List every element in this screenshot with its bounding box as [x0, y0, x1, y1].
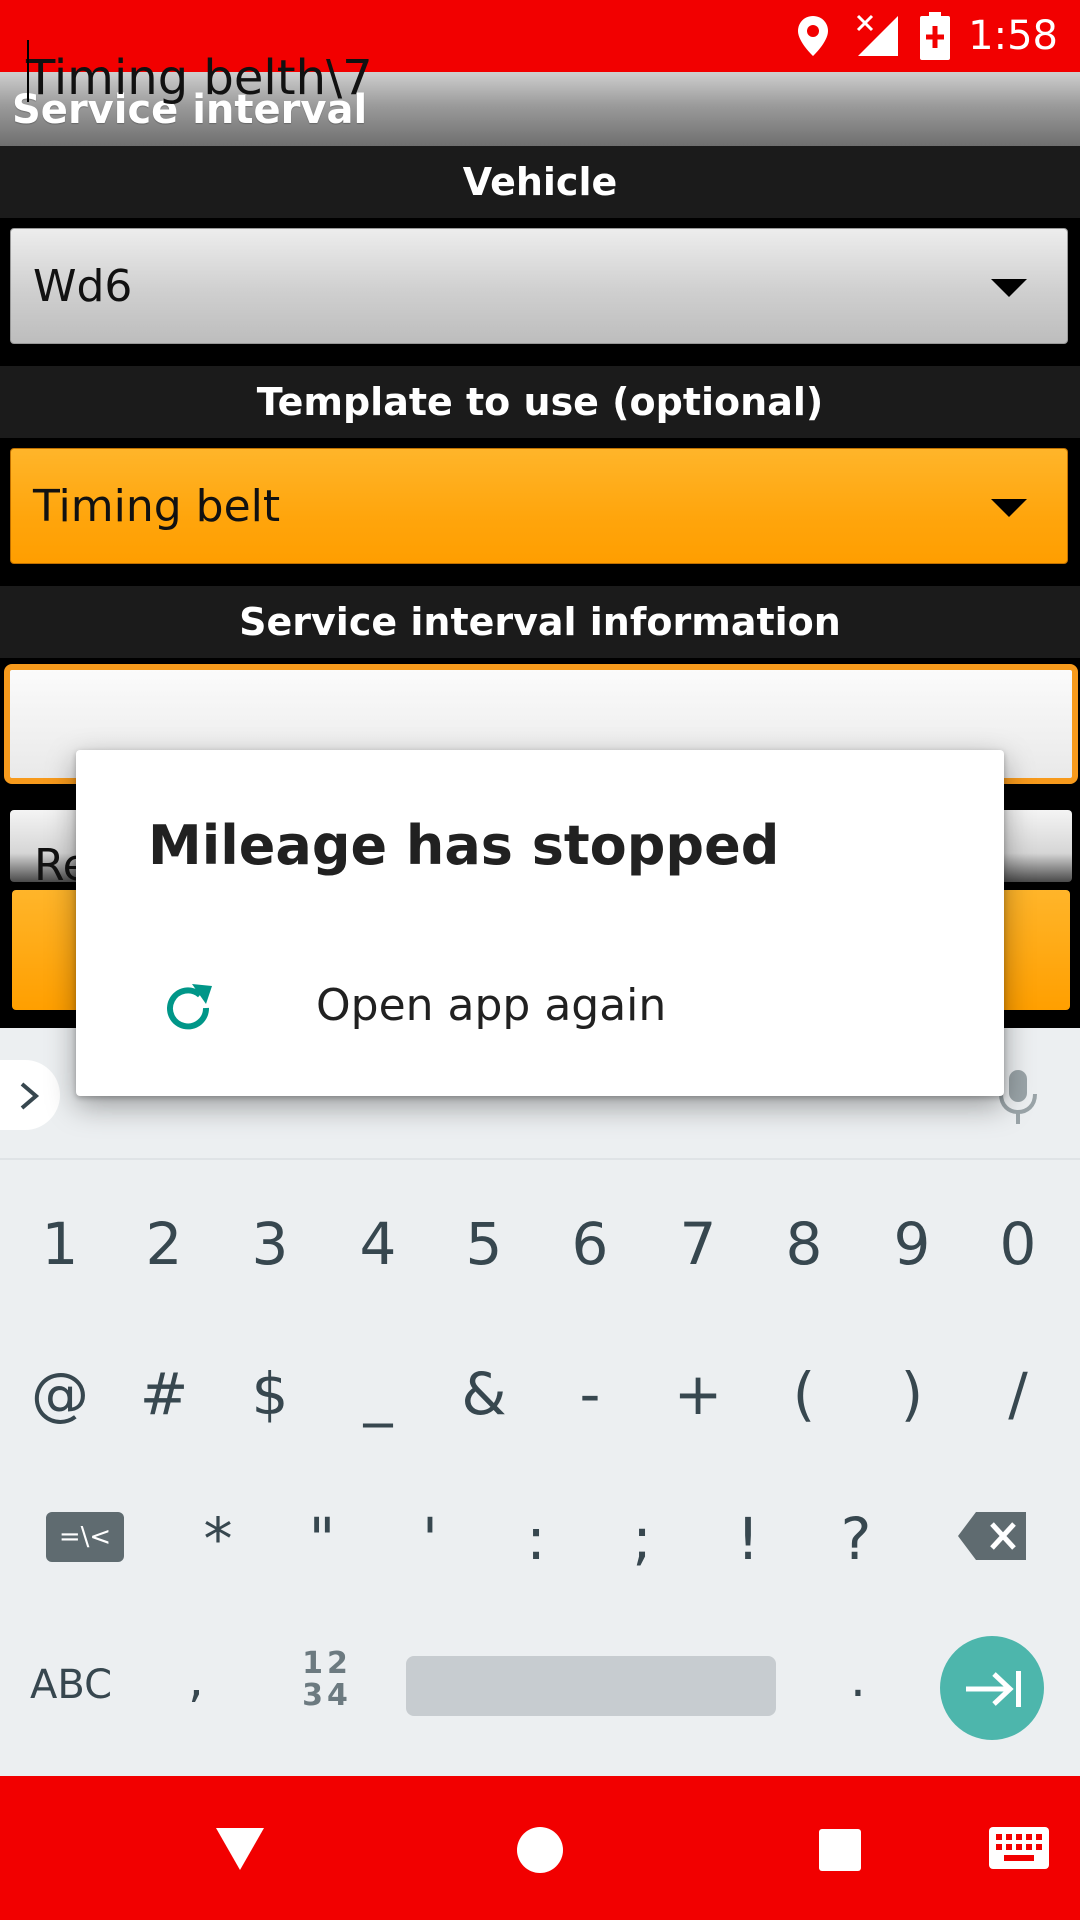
- dialog-title: Mileage has stopped: [148, 814, 780, 877]
- keyboard-switch-icon[interactable]: [988, 1826, 1050, 1870]
- recents-icon[interactable]: [818, 1828, 862, 1872]
- open-app-again-label: Open app again: [316, 980, 667, 1031]
- app-stopped-dialog: Mileage has stopped Open app again: [76, 750, 1004, 1096]
- back-icon[interactable]: [214, 1826, 266, 1872]
- refresh-icon: [167, 984, 212, 1030]
- navigation-bar: [0, 1776, 1080, 1920]
- open-app-again-button[interactable]: Open app again: [76, 950, 1004, 1070]
- home-icon[interactable]: [516, 1826, 564, 1874]
